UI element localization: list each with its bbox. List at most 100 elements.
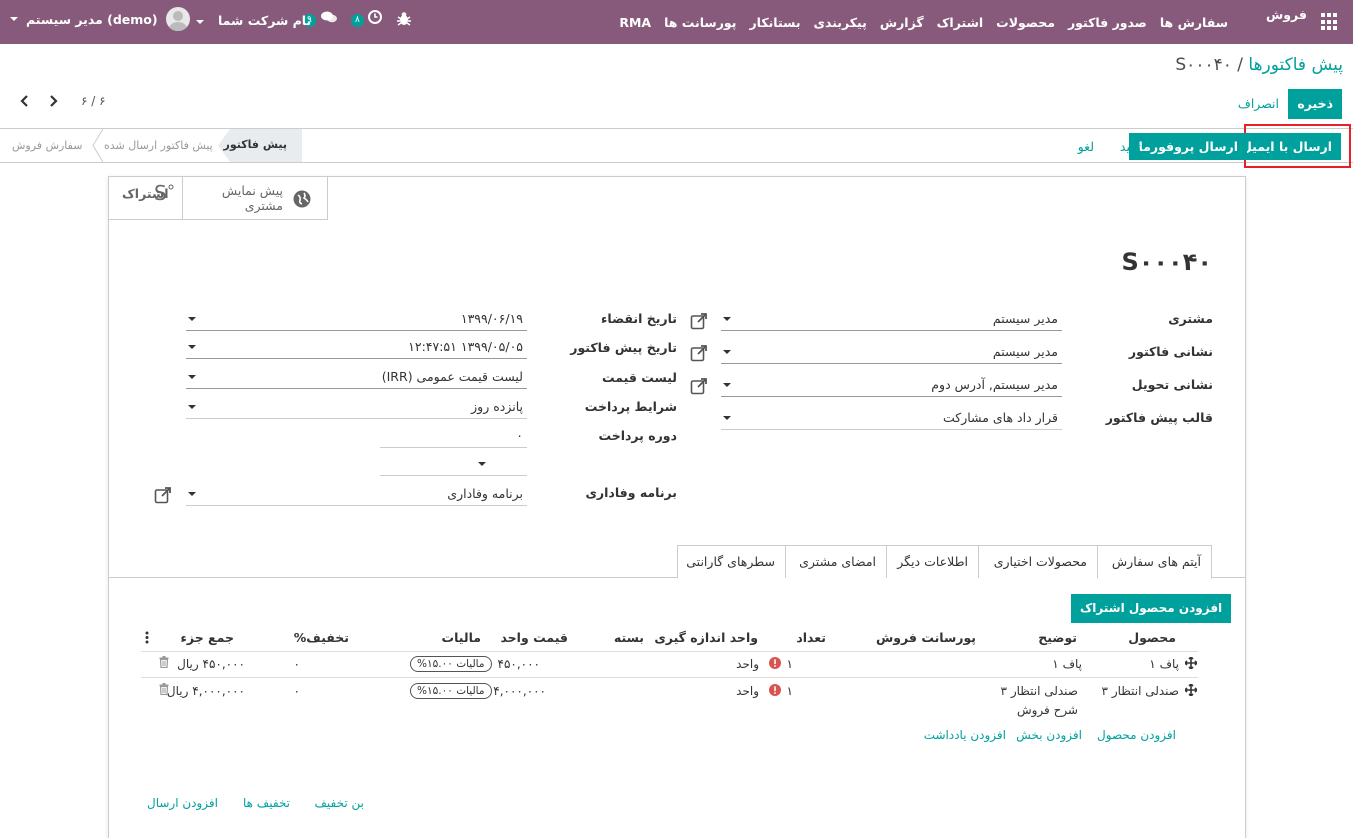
tab-warranty-lines[interactable]: سطرهای گارانتی bbox=[677, 545, 786, 578]
row-uom[interactable]: واحد bbox=[736, 657, 759, 671]
payment-period-unit-field[interactable] bbox=[380, 454, 527, 476]
expiration-field[interactable]: ۱۳۹۹/۰۶/۱۹ bbox=[186, 309, 527, 331]
col-taxes[interactable]: مالیات bbox=[442, 630, 481, 645]
menu-credit[interactable]: بستانکار bbox=[749, 15, 800, 30]
follow-button[interactable]: اشتراک S bbox=[122, 181, 174, 205]
customer-preview-button[interactable]: پیش نمایش مشتری bbox=[182, 177, 328, 220]
status-step-quotation-sent[interactable]: پیش فاکتور ارسال شده bbox=[104, 139, 213, 152]
menu-orders[interactable]: سفارش ها bbox=[1160, 15, 1228, 30]
chevron-down-icon[interactable] bbox=[723, 416, 731, 420]
row-quantity[interactable]: ۱ bbox=[787, 684, 793, 698]
chevron-down-icon[interactable] bbox=[723, 383, 731, 387]
payment-period-field[interactable]: ۰ bbox=[380, 426, 527, 448]
menu-subscription[interactable]: اشتراک bbox=[937, 15, 984, 30]
column-options-icon[interactable] bbox=[145, 631, 149, 644]
col-package[interactable]: بسته bbox=[614, 630, 644, 645]
apps-menu-icon[interactable] bbox=[1321, 13, 1339, 31]
add-section-link[interactable]: افزودن بخش bbox=[1016, 728, 1082, 742]
discard-button[interactable]: انصراف bbox=[1238, 96, 1279, 111]
chevron-down-icon[interactable] bbox=[188, 492, 196, 496]
status-step-quotation[interactable]: پیش فاکتور bbox=[218, 129, 302, 162]
row-quantity[interactable]: ۱ bbox=[787, 657, 793, 671]
menu-commissions[interactable]: پورسانت ها bbox=[664, 15, 736, 30]
add-subscription-product-button[interactable]: افزودن محصول اشتراک bbox=[1071, 594, 1232, 623]
col-discount[interactable]: تخفیف% bbox=[294, 630, 349, 645]
save-button[interactable]: ذخیره bbox=[1288, 89, 1342, 119]
col-quantity[interactable]: تعداد bbox=[796, 630, 826, 645]
col-uom[interactable]: واحد اندازه گیری bbox=[654, 630, 758, 645]
tab-other-info[interactable]: اطلاعات دیگر bbox=[886, 545, 979, 578]
cancel-button[interactable]: لغو bbox=[1078, 139, 1094, 154]
row-discount[interactable]: ۰ bbox=[294, 684, 300, 698]
payment-terms-field[interactable]: پانزده روز bbox=[186, 397, 527, 419]
highlight-box bbox=[1244, 124, 1351, 168]
chevron-down-icon[interactable] bbox=[723, 317, 731, 321]
col-description[interactable]: توضیح bbox=[1038, 630, 1077, 645]
loyalty-field[interactable]: برنامه وفاداری bbox=[186, 484, 527, 506]
row-product[interactable]: پاف ۱ bbox=[1149, 657, 1179, 671]
send-proforma-button[interactable]: ارسال پروفورما bbox=[1129, 133, 1247, 160]
invoice-address-field[interactable]: مدیر سیستم bbox=[721, 342, 1062, 364]
menu-reporting[interactable]: گزارش bbox=[880, 15, 924, 30]
row-description-line2[interactable]: شرح فروش bbox=[1017, 703, 1078, 717]
menu-invoicing[interactable]: صدور فاکتور bbox=[1068, 15, 1147, 30]
status-step-sales-order[interactable]: سفارش فروش bbox=[12, 139, 82, 152]
company-switcher[interactable]: نام شرکت شما bbox=[192, 13, 311, 28]
pager-value[interactable]: ۶ / ۶ bbox=[81, 94, 106, 108]
row-tax-badge[interactable]: مالیات ۱۵.۰۰% bbox=[410, 656, 492, 672]
col-commission[interactable]: پورسانت فروش bbox=[876, 630, 976, 645]
tab-optional-products[interactable]: محصولات اختیاری bbox=[978, 545, 1098, 578]
menu-rma[interactable]: RMA bbox=[619, 15, 651, 30]
row-product[interactable]: صندلی انتظار ۳ bbox=[1102, 684, 1179, 698]
info-warning-icon[interactable] bbox=[769, 657, 781, 672]
coupon-link[interactable]: بن تخفیف bbox=[315, 796, 365, 810]
external-link-icon[interactable] bbox=[154, 486, 172, 504]
row-uom[interactable]: واحد bbox=[736, 684, 759, 698]
menu-products[interactable]: محصولات bbox=[996, 15, 1055, 30]
pager-next-icon[interactable] bbox=[47, 94, 61, 108]
external-link-icon[interactable] bbox=[690, 312, 708, 330]
menu-configuration[interactable]: پیکربندی bbox=[814, 15, 867, 30]
chevron-down-icon[interactable] bbox=[188, 405, 196, 409]
chevron-down-icon[interactable] bbox=[723, 350, 731, 354]
tab-order-lines[interactable]: آیتم های سفارش bbox=[1097, 545, 1212, 579]
col-unit-price[interactable]: قیمت واحد bbox=[500, 630, 568, 645]
row-description[interactable]: صندلی انتظار ۳ bbox=[1001, 684, 1078, 698]
debug-bug-icon[interactable] bbox=[397, 11, 411, 30]
quote-date-value: ۱۳۹۹/۰۵/۰۵ ۱۲:۴۷:۵۱ bbox=[408, 339, 523, 354]
add-note-link[interactable]: افزودن یادداشت bbox=[924, 728, 1006, 742]
info-warning-icon[interactable] bbox=[769, 684, 781, 699]
drag-handle-icon[interactable] bbox=[1184, 656, 1198, 672]
row-unit-price[interactable]: ۴,۰۰۰,۰۰۰ bbox=[493, 684, 546, 698]
chevron-down-icon[interactable] bbox=[188, 375, 196, 379]
external-link-icon[interactable] bbox=[690, 377, 708, 395]
chevron-down-icon[interactable] bbox=[188, 345, 196, 349]
external-link-icon[interactable] bbox=[690, 344, 708, 362]
quote-date-field[interactable]: ۱۳۹۹/۰۵/۰۵ ۱۲:۴۷:۵۱ bbox=[186, 337, 527, 359]
tab-customer-signature[interactable]: امضای مشتری bbox=[785, 545, 887, 578]
activities-menu[interactable]: ۸ bbox=[351, 10, 382, 27]
app-brand[interactable]: فروش bbox=[1266, 7, 1307, 22]
col-product[interactable]: محصول bbox=[1128, 630, 1176, 645]
user-menu[interactable]: مدیر سیستم (demo) bbox=[10, 7, 190, 31]
drag-handle-icon[interactable] bbox=[1184, 683, 1198, 699]
row-description[interactable]: پاف ۱ bbox=[1052, 657, 1082, 671]
pager-previous-icon[interactable] bbox=[19, 94, 33, 108]
quote-template-field[interactable]: قرار داد های مشارکت bbox=[721, 408, 1062, 430]
promotions-link[interactable]: تخفیف ها bbox=[243, 796, 290, 810]
customer-field[interactable]: مدیر سیستم bbox=[721, 309, 1062, 331]
row-discount[interactable]: ۰ bbox=[294, 657, 300, 671]
add-product-link[interactable]: افزودن محصول bbox=[1097, 728, 1176, 742]
row-tax-badge[interactable]: مالیات ۱۵.۰۰% bbox=[410, 683, 492, 699]
row-unit-price[interactable]: ۴۵۰,۰۰۰ bbox=[498, 657, 541, 671]
delivery-address-field[interactable]: مدیر سیستم, آدرس دوم bbox=[721, 375, 1062, 397]
add-shipping-link[interactable]: افزودن ارسال bbox=[147, 796, 218, 810]
trash-icon[interactable] bbox=[159, 683, 169, 698]
col-subtotal[interactable]: جمع جزء bbox=[181, 630, 234, 645]
chevron-down-icon[interactable] bbox=[478, 462, 486, 466]
pricelist-field[interactable]: لیست قیمت عمومی (IRR) bbox=[186, 367, 527, 389]
confirm-button[interactable]: تایید bbox=[1120, 139, 1141, 154]
chevron-down-icon[interactable] bbox=[188, 317, 196, 321]
trash-icon[interactable] bbox=[159, 656, 169, 671]
breadcrumb-parent[interactable]: پیش فاکتورها bbox=[1248, 55, 1343, 75]
